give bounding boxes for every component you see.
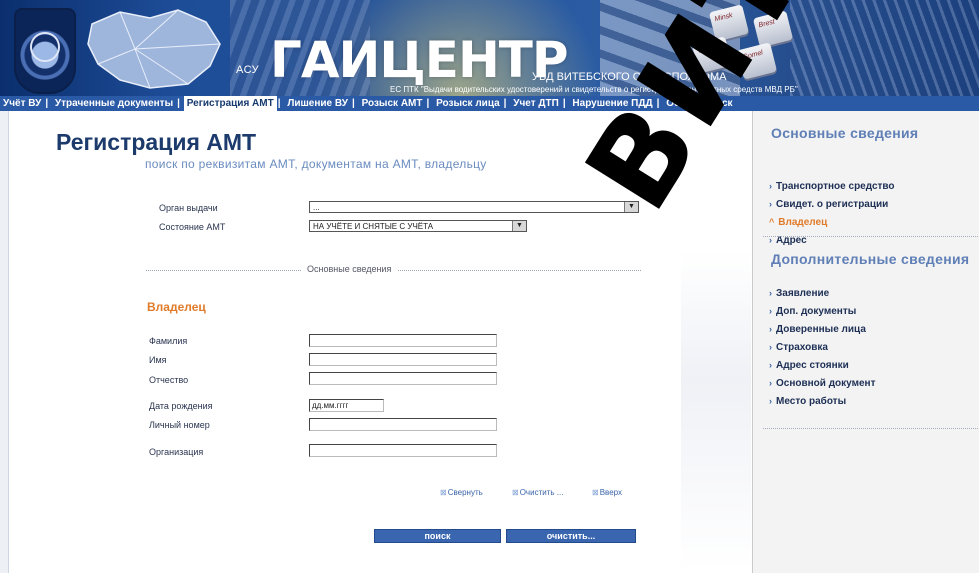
- road-photo: [790, 0, 979, 96]
- nav-separator: |: [426, 98, 430, 109]
- main-content: Регистрация АМТ поиск по реквизитам АМТ,…: [9, 111, 751, 573]
- background-watermark: [681, 251, 751, 571]
- keyboard-key: Brest: [752, 10, 794, 48]
- name-label: Имя: [149, 355, 167, 365]
- sidebar-item-main-document[interactable]: › Основной документ: [769, 378, 876, 389]
- left-strip: [0, 111, 9, 573]
- bullet-icon: ›: [769, 324, 772, 334]
- bullet-icon: ›: [769, 181, 772, 191]
- sidebar-item-workplace[interactable]: › Место работы: [769, 396, 846, 407]
- up-icon: ⊠: [592, 488, 599, 497]
- bullet-icon: ›: [769, 288, 772, 298]
- keyboard-key: Gomel: [736, 42, 778, 80]
- gaicentr-logo: ГАИЦЕНТР: [270, 31, 569, 89]
- bullet-icon: ›: [769, 378, 772, 388]
- main-nav: Учёт ВУ | Утраченные документы | Регистрац…: [0, 96, 979, 111]
- chevron-down-icon[interactable]: ▼: [512, 221, 526, 231]
- organ-select-value: ...: [313, 203, 320, 212]
- nav-item-vu[interactable]: Учёт ВУ: [0, 96, 44, 111]
- header-banner: АСУ ГАИЦЕНТР УВД ВИТЕБСКОГО ОБЛИСПОЛКОМА…: [0, 0, 979, 96]
- org-label: УВД ВИТЕБСКОГО ОБЛИСПОЛКОМА: [532, 71, 727, 83]
- sidebar-item-vehicle[interactable]: › Транспортное средство: [769, 181, 895, 192]
- system-label: ЕС ПТК "Выдачи водительских удостоверени…: [390, 85, 798, 94]
- asu-label: АСУ: [236, 64, 260, 76]
- bullet-icon: ›: [769, 360, 772, 370]
- nav-separator: |: [45, 98, 49, 109]
- patronymic-label: Отчество: [149, 375, 189, 385]
- sidebar-item-extra-docs[interactable]: › Доп. документы: [769, 306, 856, 317]
- surname-label: Фамилия: [149, 336, 188, 346]
- nav-item-amt-search[interactable]: Розыск АМТ: [359, 96, 426, 111]
- bullet-icon: ›: [769, 306, 772, 316]
- sidebar-item-trusted-persons[interactable]: › Доверенные лица: [769, 324, 866, 335]
- belarus-map-icon: [87, 9, 221, 89]
- patronymic-input[interactable]: [309, 372, 497, 385]
- police-emblem-icon: [14, 8, 76, 94]
- organ-label: Орган выдачи: [159, 203, 218, 213]
- dob-label: Дата рождения: [149, 401, 213, 411]
- collapse-link[interactable]: ⊠Свернуть: [440, 488, 483, 497]
- sidebar-divider: [763, 428, 979, 429]
- caret-up-icon: ^: [769, 217, 775, 227]
- bullet-icon: ›: [769, 342, 772, 352]
- clear-icon: ⊠: [512, 488, 519, 497]
- nav-separator: |: [562, 98, 566, 109]
- nav-item-amt-registration[interactable]: Регистрация АМТ: [183, 96, 277, 111]
- sidebar-divider: [763, 236, 979, 237]
- state-label: Состояние АМТ: [159, 222, 226, 232]
- bullet-icon: ›: [769, 396, 772, 406]
- organ-select[interactable]: ... ▼: [309, 201, 639, 213]
- sidebar-item-owner[interactable]: ^ Владелец: [769, 217, 827, 228]
- nav-item-person-search[interactable]: Розыск лица: [433, 96, 503, 111]
- nav-item-general-search[interactable]: Общий поиск: [663, 96, 735, 111]
- organization-input[interactable]: [309, 444, 497, 457]
- clear-link[interactable]: ⊠Очистить ...: [512, 488, 563, 497]
- sidebar-item-reg-certificate[interactable]: › Свидет. о регистрации: [769, 199, 888, 210]
- clear-button[interactable]: очистить...: [506, 529, 636, 543]
- collapse-icon: ⊠: [440, 488, 447, 497]
- personal-number-input[interactable]: [309, 418, 497, 431]
- dob-input[interactable]: дд.мм.гггг: [309, 399, 384, 412]
- sidebar-extra-title: Дополнительные сведения: [771, 251, 970, 267]
- up-link[interactable]: ⊠Вверх: [592, 488, 622, 497]
- page-subtitle: поиск по реквизитам АМТ, документам на А…: [145, 157, 487, 171]
- nav-separator: |: [177, 98, 180, 109]
- section-divider-label: Основные сведения: [301, 264, 398, 274]
- surname-input[interactable]: [309, 334, 497, 347]
- nav-separator: |: [277, 98, 281, 109]
- nav-item-lost-docs[interactable]: Утраченные документы: [52, 96, 176, 111]
- state-select[interactable]: НА УЧЁТЕ И СНЯТЫЕ С УЧЁТА ▼: [309, 220, 527, 232]
- nav-item-violations[interactable]: Нарушение ПДД: [569, 96, 655, 111]
- nav-item-license-revocation[interactable]: Лишение ВУ: [284, 96, 351, 111]
- nav-separator: |: [503, 98, 507, 109]
- bullet-icon: ›: [769, 199, 772, 209]
- owner-section-title: Владелец: [147, 300, 206, 314]
- state-select-value: НА УЧЁТЕ И СНЯТЫЕ С УЧЁТА: [313, 222, 434, 231]
- sidebar-item-parking-address[interactable]: › Адрес стоянки: [769, 360, 849, 371]
- sidebar: Основные сведения › Транспортное средство…: [752, 111, 979, 573]
- nav-separator: |: [656, 98, 660, 109]
- personal-number-label: Личный номер: [149, 420, 210, 430]
- organization-label: Организация: [149, 447, 204, 457]
- sidebar-item-insurance[interactable]: › Страховка: [769, 342, 828, 353]
- nav-item-accidents[interactable]: Учет ДТП: [510, 96, 562, 111]
- chevron-down-icon[interactable]: ▼: [624, 202, 638, 212]
- sidebar-basic-title: Основные сведения: [771, 125, 919, 141]
- sidebar-item-application[interactable]: › Заявление: [769, 288, 829, 299]
- name-input[interactable]: [309, 353, 497, 366]
- nav-separator: |: [351, 98, 355, 109]
- search-button[interactable]: поиск: [374, 529, 501, 543]
- keyboard-key: Minsk: [708, 4, 750, 42]
- page-title: Регистрация АМТ: [56, 129, 257, 155]
